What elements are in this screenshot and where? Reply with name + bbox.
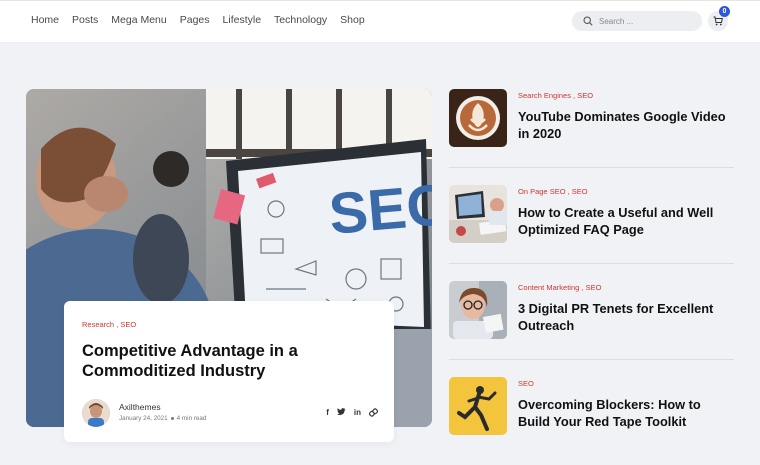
main-nav: Home Posts Mega Menu Pages Lifestyle Tec…: [31, 13, 378, 27]
featured-post-title[interactable]: Competitive Advantage in a Commoditized …: [82, 342, 382, 381]
cart-button[interactable]: 0: [708, 6, 730, 31]
link-icon[interactable]: [368, 408, 379, 420]
search-icon: [583, 16, 593, 26]
divider: [449, 263, 734, 264]
post-title[interactable]: YouTube Dominates Google Video in 2020: [518, 108, 733, 142]
post-categories: SEO: [518, 379, 534, 388]
category-link[interactable]: Content Marketing: [518, 283, 579, 292]
post-title[interactable]: 3 Digital PR Tenets for Excellent Outrea…: [518, 300, 733, 334]
svg-text:SEO: SEO: [326, 172, 432, 247]
post-thumbnail[interactable]: [449, 185, 507, 243]
twitter-icon[interactable]: [336, 408, 346, 420]
read-time: 4 min read: [176, 415, 207, 422]
post-item: Content Marketing , SEO 3 Digital PR Ten…: [449, 281, 734, 339]
featured-categories: Research , SEO: [82, 320, 137, 329]
divider: [449, 359, 734, 360]
post-categories: Search Engines , SEO: [518, 91, 594, 100]
post-thumbnail[interactable]: [449, 377, 507, 435]
post-categories: On Page SEO , SEO: [518, 187, 588, 196]
facebook-icon[interactable]: f: [326, 408, 329, 420]
post-date: January 24, 2021: [119, 415, 168, 422]
nav-item-technology[interactable]: Technology: [274, 13, 327, 27]
site-header: Home Posts Mega Menu Pages Lifestyle Tec…: [0, 0, 760, 43]
post-thumbnail[interactable]: [449, 89, 507, 147]
share-links: f in: [326, 408, 379, 420]
post-thumbnail[interactable]: [449, 281, 507, 339]
category-link[interactable]: SEO: [120, 320, 136, 329]
nav-item-mega-menu[interactable]: Mega Menu: [111, 13, 166, 27]
post-item: Search Engines , SEO YouTube Dominates G…: [449, 89, 734, 147]
author-name[interactable]: Axilthemes: [119, 402, 161, 412]
featured-post-card: Research , SEO Competitive Advantage in …: [64, 301, 394, 442]
author-meta: Axilthemes January 24, 2021 4 min read f …: [82, 399, 379, 429]
search-box[interactable]: [572, 11, 702, 31]
category-link[interactable]: Search Engines: [518, 91, 571, 100]
category-link[interactable]: SEO: [586, 283, 602, 292]
post-categories: Content Marketing , SEO: [518, 283, 602, 292]
category-link[interactable]: SEO: [577, 91, 593, 100]
linkedin-icon[interactable]: in: [354, 408, 361, 420]
post-item: SEO Overcoming Blockers: How to Build Yo…: [449, 377, 734, 435]
category-link[interactable]: On Page SEO: [518, 187, 566, 196]
cart-icon: [713, 16, 723, 26]
nav-item-lifestyle[interactable]: Lifestyle: [223, 13, 262, 27]
nav-item-posts[interactable]: Posts: [72, 13, 98, 27]
avatar[interactable]: [82, 399, 110, 427]
search-input[interactable]: [599, 14, 694, 28]
category-link[interactable]: SEO: [572, 187, 588, 196]
post-meta: January 24, 2021 4 min read: [119, 415, 206, 422]
nav-item-home[interactable]: Home: [31, 13, 59, 27]
divider: [449, 167, 734, 168]
cart-count-badge: 0: [719, 6, 730, 17]
post-title[interactable]: Overcoming Blockers: How to Build Your R…: [518, 396, 733, 430]
post-item: On Page SEO , SEO How to Create a Useful…: [449, 185, 734, 243]
post-title[interactable]: How to Create a Useful and Well Optimize…: [518, 204, 733, 238]
category-link[interactable]: Research: [82, 320, 114, 329]
nav-item-pages[interactable]: Pages: [180, 13, 210, 27]
category-link[interactable]: SEO: [518, 379, 534, 388]
nav-item-shop[interactable]: Shop: [340, 13, 365, 27]
